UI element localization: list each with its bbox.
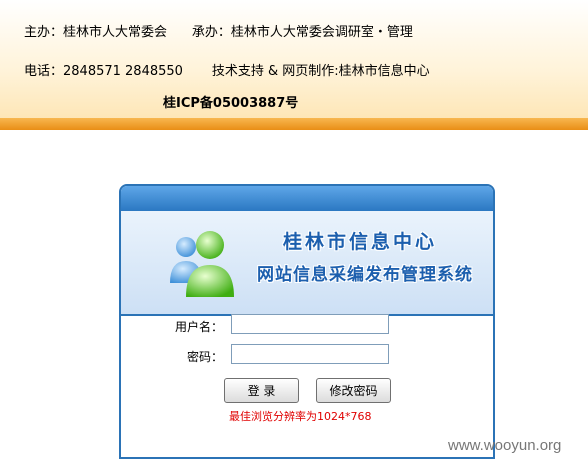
login-banner: 桂林市信息中心 网站信息采编发布管理系统 [121, 211, 493, 316]
support-text: 技术支持 & 网页制作:桂林市信息中心 [211, 64, 430, 79]
login-button[interactable]: 登 录 [224, 378, 299, 403]
username-input[interactable] [231, 314, 389, 334]
header-line-1: 主办：桂林市人大常委会 承办：桂林市人大常委会调研室・管理 [24, 21, 413, 40]
watermark: www.wooyun.org [448, 437, 562, 454]
login-subtitle: 网站信息采编发布管理系统 [257, 265, 473, 285]
phone-text: 电话：2848571 2848550 [24, 64, 183, 79]
sponsor-text: 主办：桂林市人大常委会 [24, 25, 168, 40]
username-label: 用户名： [175, 320, 224, 334]
login-title: 桂林市信息中心 [283, 231, 438, 253]
header-bottom-edge [0, 118, 588, 130]
login-panel: 桂林市信息中心 网站信息采编发布管理系统 用户名： 密码： 登 录 修改密码 最… [119, 184, 495, 459]
change-password-button[interactable]: 修改密码 [316, 378, 391, 403]
users-icon [170, 231, 234, 297]
resolution-tip: 最佳浏览分辨率为1024*768 [229, 410, 372, 423]
password-input[interactable] [231, 344, 389, 364]
panel-title-bar [121, 186, 493, 211]
icp-record: 桂ICP备05003887号 [163, 96, 299, 111]
site-header: 主办：桂林市人大常委会 承办：桂林市人大常委会调研室・管理 电话：2848571… [0, 0, 588, 130]
header-line-2: 电话：2848571 2848550 技术支持 & 网页制作:桂林市信息中心 [24, 60, 430, 79]
organizer-text: 承办：桂林市人大常委会调研室・管理 [191, 25, 413, 40]
password-label: 密码： [187, 350, 224, 364]
